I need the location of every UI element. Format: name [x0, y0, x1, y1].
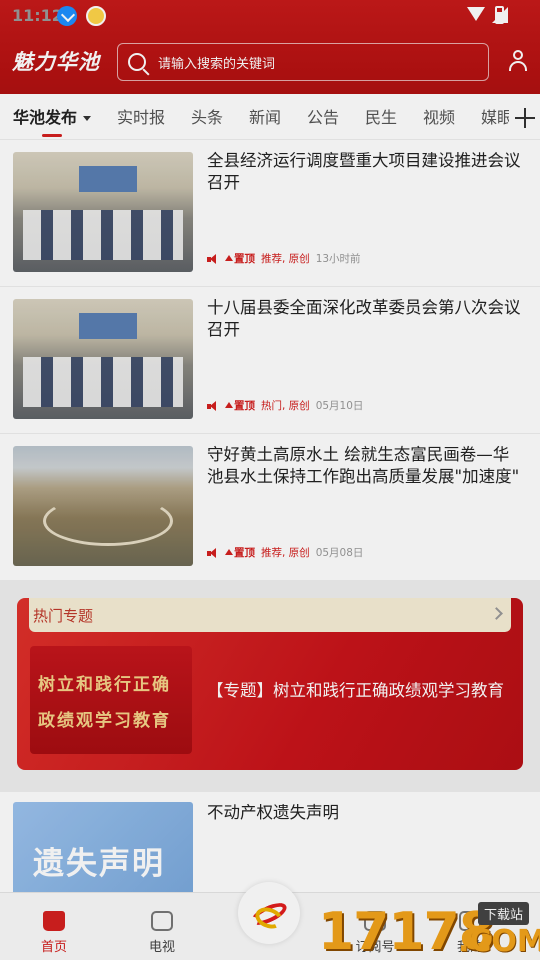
tab-huachi-release[interactable]: 华池发布 [13, 104, 92, 128]
topic-image-text: 树立和践行正确 [38, 675, 171, 695]
article-time: 13小时前 [315, 253, 361, 265]
watermark-tag: 下载站 [478, 902, 530, 925]
tab-video[interactable]: 视频 [423, 104, 455, 128]
watermark: 17178 .COM 下载站 [318, 902, 540, 960]
app-header: 11:12 魅力华池 请输入搜索的关键词 [0, 0, 540, 94]
pinned-badge: 置顶 [225, 398, 255, 413]
watermark-suffix: .COM [458, 924, 540, 959]
pinned-badge: 置顶 [225, 545, 255, 560]
topic-header-label: 热门专题 [33, 607, 94, 625]
tab-livelihood[interactable]: 民生 [365, 104, 397, 128]
nav-home[interactable]: 首页 [24, 911, 84, 955]
speaker-icon[interactable] [207, 253, 219, 264]
topic-header[interactable]: 热门专题 [29, 598, 511, 632]
article-title: 全县经济运行调度暨重大项目建设推进会议召开 [207, 151, 521, 192]
app-notification-icon [86, 6, 106, 26]
tab-announcements[interactable]: 公告 [307, 104, 339, 128]
nav-tv[interactable]: 电视 [132, 911, 192, 955]
article-title: 守好黄土高原水土 绘就生态富民画卷—华池县水土保持工作跑出高质量发展"加速度" [207, 445, 520, 486]
article-tags: 推荐, 原创 [261, 547, 310, 559]
search-icon [128, 53, 146, 71]
tab-headlines[interactable]: 头条 [191, 104, 223, 128]
status-bar: 11:12 [0, 0, 540, 32]
article-meta: 置顶 推荐, 原创 05月08日 [207, 545, 363, 560]
tab-realtime[interactable]: 实时报 [117, 104, 165, 128]
article-title: 十八届县委全面深化改革委员会第八次会议召开 [207, 298, 521, 339]
add-channel-icon[interactable] [509, 98, 540, 138]
article-thumbnail [13, 446, 193, 566]
article-meta: 置顶 热门, 原创 05月10日 [207, 398, 363, 413]
chevron-right-icon [490, 607, 503, 620]
article-time: 05月10日 [315, 400, 364, 412]
active-tab-indicator [42, 134, 62, 137]
article-thumbnail: 遗失声明 [13, 802, 193, 902]
article-tags: 热门, 原创 [261, 400, 310, 412]
news-item[interactable]: 十八届县委全面深化改革委员会第八次会议召开 置顶 热门, 原创 05月10日 [0, 287, 540, 434]
app-logo: 魅力华池 [12, 50, 100, 74]
news-item[interactable]: 全县经济运行调度暨重大项目建设推进会议召开 置顶 推荐, 原创 13小时前 [0, 140, 540, 287]
hot-topic-card[interactable]: 热门专题 树立和践行正确 政绩观学习教育 【专题】树立和践行正确政绩观学习教育 [17, 598, 523, 770]
article-title: 不动产权遗失声明 [207, 803, 339, 822]
nav-tv-label: 电视 [148, 940, 175, 955]
speaker-icon[interactable] [207, 547, 219, 558]
topic-image-text: 政绩观学习教育 [38, 711, 171, 731]
search-input[interactable]: 请输入搜索的关键词 [117, 43, 489, 81]
home-icon [43, 911, 65, 931]
thumbnail-text: 遗失声明 [33, 846, 165, 882]
pinned-badge: 置顶 [225, 251, 255, 266]
tab-news[interactable]: 新闻 [249, 104, 281, 128]
channel-tabs: 华池发布 实时报 头条 新闻 公告 民生 视频 媒眼 [0, 94, 540, 140]
nav-home-label: 首页 [40, 940, 67, 955]
topic-title: 【专题】树立和践行正确政绩观学习教育 [207, 681, 504, 700]
news-item[interactable]: 守好黄土高原水土 绘就生态富民画卷—华池县水土保持工作跑出高质量发展"加速度" … [0, 434, 540, 581]
topic-thumbnail: 树立和践行正确 政绩观学习教育 [30, 646, 192, 754]
article-thumbnail [13, 299, 193, 419]
article-meta: 置顶 推荐, 原创 13小时前 [207, 251, 361, 266]
download-notification-icon [57, 6, 77, 26]
user-icon[interactable] [508, 50, 528, 72]
article-tags: 推荐, 原创 [261, 253, 310, 265]
article-time: 05月08日 [315, 547, 364, 559]
article-thumbnail [13, 152, 193, 272]
battery-icon [495, 6, 504, 24]
pin-arrow-icon [225, 255, 233, 261]
chevron-down-icon [83, 116, 92, 121]
center-logo-button[interactable] [238, 882, 300, 944]
pin-arrow-icon [225, 402, 233, 408]
wifi-icon [467, 7, 485, 23]
tv-icon [151, 911, 173, 931]
status-time: 11:12 [12, 6, 63, 25]
speaker-icon[interactable] [207, 400, 219, 411]
pin-arrow-icon [225, 549, 233, 555]
search-placeholder: 请输入搜索的关键词 [158, 56, 276, 72]
